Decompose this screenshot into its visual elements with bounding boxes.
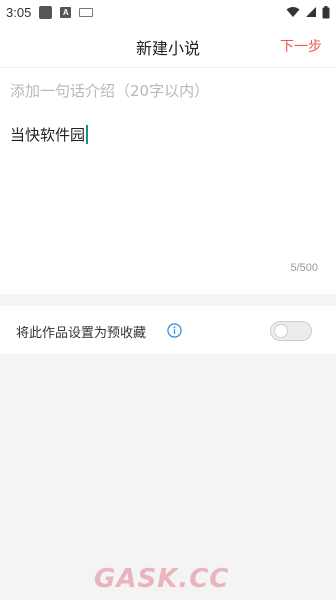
svg-text:GASK.CC: GASK.CC [94,564,229,592]
char-count: 5/500 [290,262,318,274]
status-left: 3:05 A [6,4,94,20]
preorder-toggle[interactable] [270,321,312,341]
notification-icon [39,5,53,19]
intro-input-placeholder[interactable]: 添加一句话介绍（20字以内） [10,80,209,101]
wifi-icon [286,7,300,17]
preorder-label: 将此作品设置为预收藏 [16,326,147,341]
app-a-icon: A [60,6,72,18]
status-time: 3:05 [6,4,32,20]
keyboard-icon [79,7,94,17]
next-step-button[interactable]: 下一步 [280,36,322,56]
status-right [286,5,330,19]
battery-icon [322,5,330,18]
watermark-logo: GASK.CC [94,564,229,592]
novel-text-input[interactable]: 当快软件园 [10,124,89,145]
novel-text-value: 当快软件园 [10,126,86,144]
signal-icon [306,7,316,17]
preorder-setting-row: 将此作品设置为预收藏 [0,306,336,354]
info-icon[interactable] [167,323,182,338]
text-cursor [86,125,89,144]
toggle-knob [274,324,288,338]
header: 新建小说 下一步 [0,24,336,68]
status-bar: 3:05 A [0,0,336,24]
intro-editor[interactable]: 添加一句话介绍（20字以内） 当快软件园 5/500 [0,68,336,294]
